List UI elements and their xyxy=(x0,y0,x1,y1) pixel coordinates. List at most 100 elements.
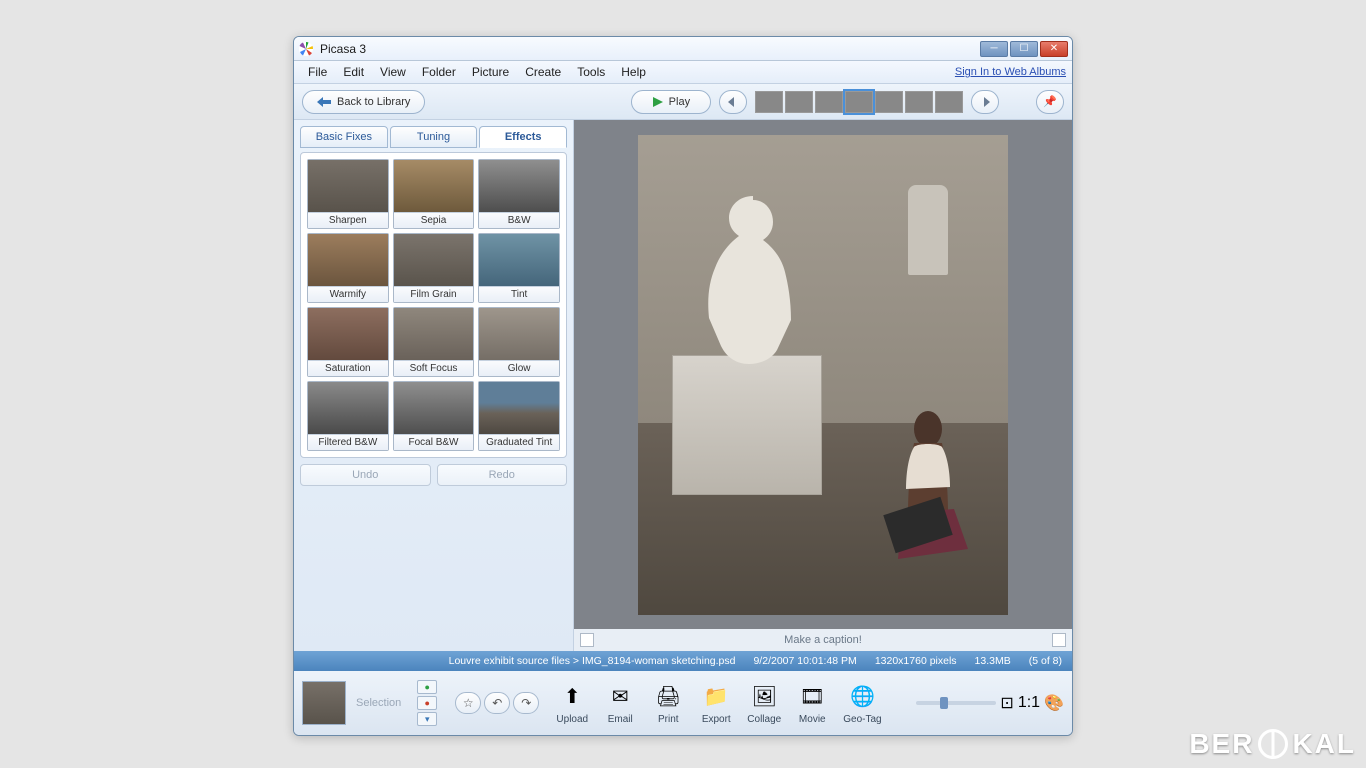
back-to-library-button[interactable]: Back to Library xyxy=(302,90,425,114)
titlebar: Picasa 3 ─ ☐ ✕ xyxy=(294,37,1072,61)
effect-b-w[interactable]: B&W xyxy=(478,159,560,229)
tray-menu-button[interactable]: ▾ xyxy=(417,712,437,726)
action-bar: ⬆Upload ✉Email 🖨Print 📁 Export 🖼Collage 🎞 Movie… xyxy=(555,682,881,725)
back-label: Back to Library xyxy=(337,96,410,108)
status-datetime: 9/2/2007 10:01:48 PM xyxy=(753,655,856,667)
next-image-button[interactable] xyxy=(971,90,999,114)
fit-button[interactable]: ⊡ xyxy=(1000,693,1013,713)
filmstrip-thumb[interactable] xyxy=(905,91,933,113)
close-button[interactable]: ✕ xyxy=(1040,41,1068,57)
action-print[interactable]: 🖨Print xyxy=(651,682,685,725)
rotate-left-button[interactable]: ↶ xyxy=(484,692,510,714)
action-label: Collage xyxy=(747,714,781,725)
zoom-controls: ⊡ 1:1 🎨 xyxy=(916,693,1064,713)
maximize-button[interactable]: ☐ xyxy=(1010,41,1038,57)
menu-picture[interactable]: Picture xyxy=(464,65,517,79)
filmstrip-thumb[interactable] xyxy=(875,91,903,113)
pin-icon: 📌 xyxy=(1043,95,1057,108)
filmstrip-thumb[interactable] xyxy=(845,91,873,113)
effect-soft-focus[interactable]: Soft Focus xyxy=(393,307,475,377)
image-area[interactable] xyxy=(574,120,1072,629)
actual-size-button[interactable]: 1:1 xyxy=(1018,694,1040,712)
effects-grid: Sharpen SepiaB&W Warmify Film Grain Tint Satu… xyxy=(300,152,567,458)
window-title: Picasa 3 xyxy=(320,42,980,56)
menu-tools[interactable]: Tools xyxy=(569,65,613,79)
histogram-button[interactable] xyxy=(580,633,594,647)
status-path: Louvre exhibit source files > IMG_8194-w… xyxy=(449,655,736,667)
effect-sharpen[interactable]: Sharpen xyxy=(307,159,389,229)
effect-label: Film Grain xyxy=(394,286,474,302)
prev-image-button[interactable] xyxy=(719,90,747,114)
effect-label: Tint xyxy=(479,286,559,302)
fullscreen-button[interactable] xyxy=(1052,633,1066,647)
filmstrip-thumb[interactable] xyxy=(785,91,813,113)
watermark-logo-icon xyxy=(1258,729,1288,759)
clear-selection-button[interactable]: ● xyxy=(417,696,437,710)
email-icon: ✉ xyxy=(603,682,637,712)
menu-folder[interactable]: Folder xyxy=(414,65,464,79)
menu-help[interactable]: Help xyxy=(613,65,654,79)
statue-figure xyxy=(698,195,808,365)
tab-tuning[interactable]: Tuning xyxy=(390,126,478,148)
action-export[interactable]: 📁 Export xyxy=(699,682,733,725)
effect-label: Saturation xyxy=(308,360,388,376)
movie-icon: 🎞 xyxy=(795,682,829,712)
menu-create[interactable]: Create xyxy=(517,65,569,79)
menu-view[interactable]: View xyxy=(372,65,414,79)
window-controls: ─ ☐ ✕ xyxy=(980,41,1068,57)
color-manage-button[interactable]: 🎨 xyxy=(1044,693,1064,713)
effect-label: Sharpen xyxy=(308,212,388,228)
geotag-icon: 🌐 xyxy=(845,682,879,712)
effect-filtered-b-w[interactable]: Filtered B&W xyxy=(307,381,389,451)
action-upload[interactable]: ⬆Upload xyxy=(555,682,589,725)
tab-basic-fixes[interactable]: Basic Fixes xyxy=(300,126,388,148)
action-email[interactable]: ✉Email xyxy=(603,682,637,725)
status-position: (5 of 8) xyxy=(1029,655,1062,667)
effect-label: B&W xyxy=(479,212,559,228)
effect-focal-b-w[interactable]: Focal B&W xyxy=(393,381,475,451)
export-icon: 📁 xyxy=(699,682,733,712)
hold-button[interactable]: 📌 xyxy=(1036,90,1064,114)
menu-edit[interactable]: Edit xyxy=(335,65,372,79)
filmstrip xyxy=(755,91,963,113)
action-movie[interactable]: 🎞 Movie xyxy=(795,682,829,725)
minimize-button[interactable]: ─ xyxy=(980,41,1008,57)
selection-thumb[interactable] xyxy=(302,681,346,725)
action-collage[interactable]: 🖼Collage xyxy=(747,682,781,725)
effect-label: Graduated Tint xyxy=(479,434,559,450)
caption-bar: Make a caption! xyxy=(574,629,1072,651)
play-icon xyxy=(653,97,663,107)
play-label: Play xyxy=(669,96,690,108)
image-viewer: Make a caption! xyxy=(574,120,1072,651)
effect-graduated-tint[interactable]: Graduated Tint xyxy=(478,381,560,451)
filmstrip-thumb[interactable] xyxy=(815,91,843,113)
sign-in-link[interactable]: Sign In to Web Albums xyxy=(955,66,1066,78)
effect-glow[interactable]: Glow xyxy=(478,307,560,377)
picasa-icon xyxy=(298,41,314,57)
caption-input[interactable]: Make a caption! xyxy=(594,634,1052,646)
effect-sepia[interactable]: Sepia xyxy=(393,159,475,229)
action-geotag[interactable]: 🌐Geo-Tag xyxy=(843,682,881,725)
menu-file[interactable]: File xyxy=(300,65,335,79)
toolbar: Back to Library Play 📌 xyxy=(294,84,1072,120)
selection-label: Selection xyxy=(356,697,401,709)
effect-saturation[interactable]: Saturation xyxy=(307,307,389,377)
effect-tint[interactable]: Tint xyxy=(478,233,560,303)
star-button[interactable]: ☆ xyxy=(455,692,481,714)
status-dimensions: 1320x1760 pixels xyxy=(875,655,957,667)
action-label: Export xyxy=(702,714,731,725)
filmstrip-thumb[interactable] xyxy=(935,91,963,113)
play-button[interactable]: Play xyxy=(631,90,711,114)
hold-selection-button[interactable]: ● xyxy=(417,680,437,694)
effect-film-grain[interactable]: Film Grain xyxy=(393,233,475,303)
undo-button[interactable]: Undo xyxy=(300,464,431,486)
action-label: Movie xyxy=(799,714,826,725)
redo-button[interactable]: Redo xyxy=(437,464,568,486)
watermark-text-before: BER xyxy=(1189,728,1254,760)
filmstrip-thumb[interactable] xyxy=(755,91,783,113)
tab-effects[interactable]: Effects xyxy=(479,126,567,148)
zoom-slider[interactable] xyxy=(916,701,996,705)
menu-bar: File Edit View Folder Picture Create Too… xyxy=(294,61,1072,84)
effect-warmify[interactable]: Warmify xyxy=(307,233,389,303)
rotate-right-button[interactable]: ↷ xyxy=(513,692,539,714)
